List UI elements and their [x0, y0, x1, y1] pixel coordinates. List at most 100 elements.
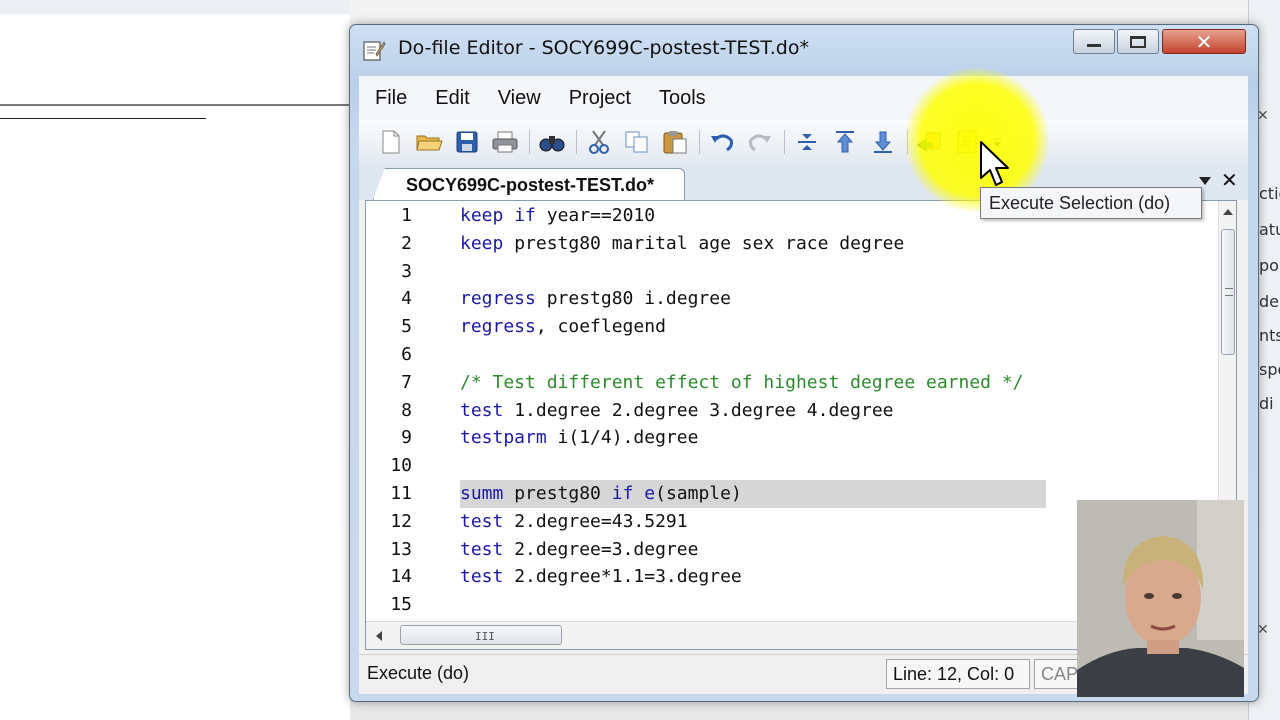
background-divider: [0, 104, 350, 106]
mouse-pointer-icon: [980, 141, 1009, 186]
toolbar-separator: [576, 130, 577, 154]
code-text: test 1.degree 2.degree 3.degree 4.degree: [460, 399, 894, 421]
bookmark-down-icon: [874, 131, 892, 153]
print-button[interactable]: [489, 126, 521, 158]
grip-icon: III: [475, 630, 495, 643]
code-text: /* Test different effect of highest degr…: [460, 371, 1024, 393]
status-message: Execute (do): [367, 663, 470, 683]
cut-button[interactable]: [583, 126, 615, 158]
code-line[interactable]: 8 test 1.degree 2.degree 3.degree 4.degre…: [366, 397, 1216, 425]
code-text: regress prestg80 i.degree: [460, 288, 731, 310]
code-line[interactable]: 3: [366, 258, 1216, 286]
code-text: keep prestg80 marital age sex race degre…: [460, 232, 905, 254]
maximize-icon: [1130, 35, 1146, 48]
background-text-fragment: po: [1259, 256, 1279, 275]
paste-button[interactable]: [659, 126, 691, 158]
find-button[interactable]: [536, 126, 568, 158]
code-line[interactable]: 2 keep prestg80 marital age sex race degr…: [366, 230, 1216, 258]
code-text: regress, coeflegend: [460, 316, 666, 338]
save-button[interactable]: [451, 126, 483, 158]
cursor-position: Line: 12, Col: 0: [886, 659, 1030, 689]
toolbar: [359, 120, 1248, 164]
line-number: 14: [390, 566, 412, 588]
code-text: keep if year==2010: [460, 205, 656, 226]
toolbar-separator: [784, 130, 785, 154]
bookmark-up-button[interactable]: [829, 126, 861, 158]
redo-button[interactable]: [744, 126, 776, 158]
code-line[interactable]: 4 regress prestg80 i.degree: [366, 285, 1216, 313]
presenter-portrait: [1077, 500, 1244, 697]
close-icon[interactable]: ✕: [1257, 108, 1277, 128]
code-line[interactable]: 9 testparm i(1/4).degree: [366, 424, 1216, 452]
code-text: test 2.degree=43.5291: [460, 510, 688, 532]
find-icon: [539, 136, 565, 152]
scroll-left-icon[interactable]: [376, 631, 382, 641]
open-folder-icon: [416, 135, 443, 151]
undo-icon: [711, 134, 733, 152]
line-number: 2: [401, 232, 412, 254]
menu-view[interactable]: View: [498, 87, 541, 110]
menu-file[interactable]: File: [375, 87, 407, 110]
background-text-fragment: atu: [1259, 220, 1280, 239]
bookmark-up-icon: [836, 131, 854, 153]
scroll-up-icon[interactable]: [1223, 209, 1233, 215]
close-button[interactable]: ✕: [1162, 29, 1246, 54]
line-number: 1: [401, 205, 412, 226]
new-file-button[interactable]: [375, 126, 407, 158]
minimize-button[interactable]: [1073, 29, 1115, 54]
toolbar-separator: [529, 130, 530, 154]
undo-button[interactable]: [706, 126, 738, 158]
background-top-strip: [350, 0, 1280, 26]
title-bar[interactable]: Do-file Editor - SOCY699C-postest-TEST.d…: [350, 25, 1258, 75]
toolbar-separator: [699, 130, 700, 154]
background-toolbar: [0, 0, 350, 14]
code-line[interactable]: 10: [366, 452, 1216, 480]
maximize-button[interactable]: [1117, 29, 1159, 54]
save-icon: [456, 131, 478, 153]
background-text-fragment: ctic: [1259, 184, 1280, 203]
tab-label: SOCY699C-postest-TEST.do*: [406, 175, 655, 195]
paste-icon: [663, 131, 687, 154]
redo-icon: [749, 134, 771, 152]
tooltip: Execute Selection (do): [980, 187, 1202, 219]
grip-icon: [1225, 288, 1233, 296]
cut-icon: [589, 130, 609, 154]
line-number: 9: [401, 427, 412, 449]
open-button[interactable]: [413, 126, 445, 158]
background-text-fragment: di: [1259, 394, 1274, 413]
code-line[interactable]: 7 /* Test different effect of highest deg…: [366, 369, 1216, 397]
code-line[interactable]: 6: [366, 341, 1216, 369]
new-file-icon: [382, 130, 400, 154]
print-icon: [492, 131, 518, 153]
code-text: test 2.degree=3.degree: [460, 538, 699, 560]
line-number: 15: [390, 594, 412, 616]
background-text-fragment: spe: [1259, 360, 1280, 379]
line-number: 10: [390, 455, 412, 477]
line-number: 3: [401, 260, 412, 282]
line-number: 11: [390, 483, 412, 504]
tab-do-file[interactable]: SOCY699C-postest-TEST.do*: [373, 168, 685, 200]
background-bottom-strip: [350, 702, 1248, 720]
horizontal-scroll-thumb[interactable]: III: [400, 625, 562, 645]
shift-right-button[interactable]: [791, 126, 823, 158]
code-line[interactable]: 5 regress, coeflegend: [366, 313, 1216, 341]
line-number: 13: [390, 538, 412, 560]
webcam-video: [1077, 500, 1244, 697]
vertical-scroll-thumb[interactable]: [1221, 229, 1235, 355]
minimize-icon: [1087, 44, 1101, 47]
copy-icon: [625, 131, 648, 153]
line-number: 12: [390, 510, 412, 532]
bookmark-down-button[interactable]: [867, 126, 899, 158]
background-rule: [0, 118, 206, 119]
tab-list-dropdown-icon[interactable]: [1199, 177, 1211, 185]
tab-close-icon[interactable]: ✕: [1221, 168, 1238, 192]
menu-tools[interactable]: Tools: [659, 87, 706, 110]
menu-project[interactable]: Project: [569, 87, 631, 110]
menu-edit[interactable]: Edit: [435, 87, 469, 110]
window-title: Do-file Editor - SOCY699C-postest-TEST.d…: [398, 37, 809, 59]
background-window: [0, 0, 350, 720]
line-number: 6: [401, 344, 412, 365]
shift-right-icon: [798, 134, 816, 150]
menu-bar: File Edit View Project Tools: [359, 76, 1248, 120]
copy-button[interactable]: [621, 126, 653, 158]
